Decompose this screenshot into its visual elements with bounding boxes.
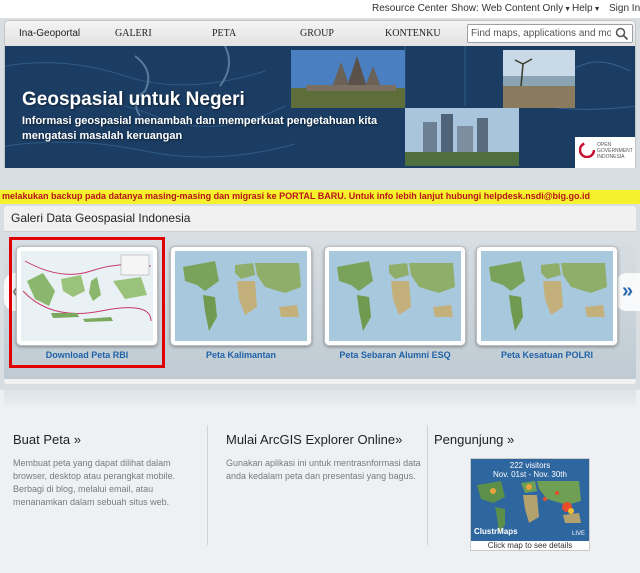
nav-item-galeri[interactable]: GALERI xyxy=(115,28,152,39)
gallery-caption-rbi[interactable]: Download Peta RBI xyxy=(12,350,162,360)
utility-bar: Resource Center Show: Web Content Only▼ … xyxy=(0,0,640,18)
resource-center-link[interactable]: Resource Center xyxy=(372,3,448,14)
show-content-label: Show: Web Content Only xyxy=(451,3,564,14)
gallery-thumb-polri[interactable] xyxy=(476,246,618,346)
gallery-thumb-kalimantan[interactable] xyxy=(170,246,312,346)
gallery-next-button[interactable]: » xyxy=(615,273,640,311)
visitor-stats: 222 visitors Nov. 01st - Nov. 30th xyxy=(471,461,589,479)
panel-buat-peta: Buat Peta » Membuat peta yang dapat dili… xyxy=(13,432,198,509)
open-government-text: OPEN GOVERNMENT INDONESIA xyxy=(597,142,633,160)
search-box xyxy=(467,24,633,43)
world-map-thumbnail xyxy=(481,251,613,341)
clustrmaps-widget[interactable]: 222 visitors Nov. 01st - Nov. 30th Clustr… xyxy=(470,458,590,551)
nav-item-kontenku[interactable]: KONTENKU xyxy=(385,28,441,39)
panel-pengunjung: Pengunjung » xyxy=(434,432,634,447)
visitor-count: 222 visitors xyxy=(509,461,551,470)
panel-shadow-band xyxy=(4,390,636,410)
gallery-thumb-alumni-esq[interactable] xyxy=(324,246,466,346)
world-map-thumbnail xyxy=(329,251,461,341)
visitor-range: Nov. 01st - Nov. 30th xyxy=(493,470,567,479)
panel-divider xyxy=(427,425,428,545)
clustrmaps-brand: ClustrMaps xyxy=(474,527,518,536)
panel-divider xyxy=(207,425,208,545)
search-input[interactable] xyxy=(471,26,611,41)
banner-subtitle: Informasi geospasial menambah dan memper… xyxy=(22,115,378,142)
buat-peta-description: Membuat peta yang dapat dilihat dalam br… xyxy=(13,458,176,507)
chevron-down-icon: ▼ xyxy=(564,6,572,13)
nav-item-group[interactable]: GROUP xyxy=(300,28,334,39)
temple-photo xyxy=(291,50,405,108)
hero-banner: Geospasial untuk Negeri Informasi geospa… xyxy=(4,46,636,168)
live-badge: LIVE xyxy=(571,531,585,537)
gallery-caption-kalimantan[interactable]: Peta Kalimantan xyxy=(166,350,316,360)
explorer-link[interactable]: Mulai ArcGIS Explorer Online» xyxy=(226,432,422,447)
gallery-caption-alumni-esq[interactable]: Peta Sebaran Alumni ESQ xyxy=(320,350,470,360)
pengunjung-link[interactable]: Pengunjung » xyxy=(434,432,634,447)
open-government-badge[interactable]: OPEN GOVERNMENT INDONESIA xyxy=(575,137,635,168)
buat-peta-link[interactable]: Buat Peta » xyxy=(13,432,198,447)
announcement-ticker: melakukan backup pada datanya masing-mas… xyxy=(0,190,640,204)
banner-headline: Geospasial untuk Negeri xyxy=(22,89,245,110)
coast-photo xyxy=(503,50,575,108)
panel-explorer: Mulai ArcGIS Explorer Online» Gunakan ap… xyxy=(226,432,422,483)
clustrmaps-caption[interactable]: Click map to see details xyxy=(471,541,589,550)
sign-in-link[interactable]: Sign In xyxy=(609,3,640,14)
ticker-text: melakukan backup pada datanya masing-mas… xyxy=(2,191,591,201)
gallery-caption-polri[interactable]: Peta Kesatuan POLRI xyxy=(472,350,622,360)
city-photo xyxy=(405,108,519,166)
world-map-thumbnail xyxy=(175,251,307,341)
main-nav: Ina-Geoportal GALERI PETA GROUP KONTENKU xyxy=(4,20,636,46)
highlight-frame xyxy=(9,237,165,368)
explorer-description: Gunakan aplikasi ini untuk mentrasnforma… xyxy=(226,458,421,481)
search-icon[interactable] xyxy=(615,27,629,41)
open-government-logo-icon xyxy=(579,142,595,158)
brand-link[interactable]: Ina-Geoportal xyxy=(19,28,80,39)
nav-item-peta[interactable]: PETA xyxy=(212,28,236,39)
help-label: Help xyxy=(572,3,593,14)
gallery-title: Galeri Data Geospasial Indonesia xyxy=(11,211,191,225)
chevron-down-icon: ▼ xyxy=(593,6,601,13)
show-content-dropdown[interactable]: Show: Web Content Only▼ xyxy=(451,3,571,14)
help-dropdown[interactable]: Help▼ xyxy=(572,3,601,14)
